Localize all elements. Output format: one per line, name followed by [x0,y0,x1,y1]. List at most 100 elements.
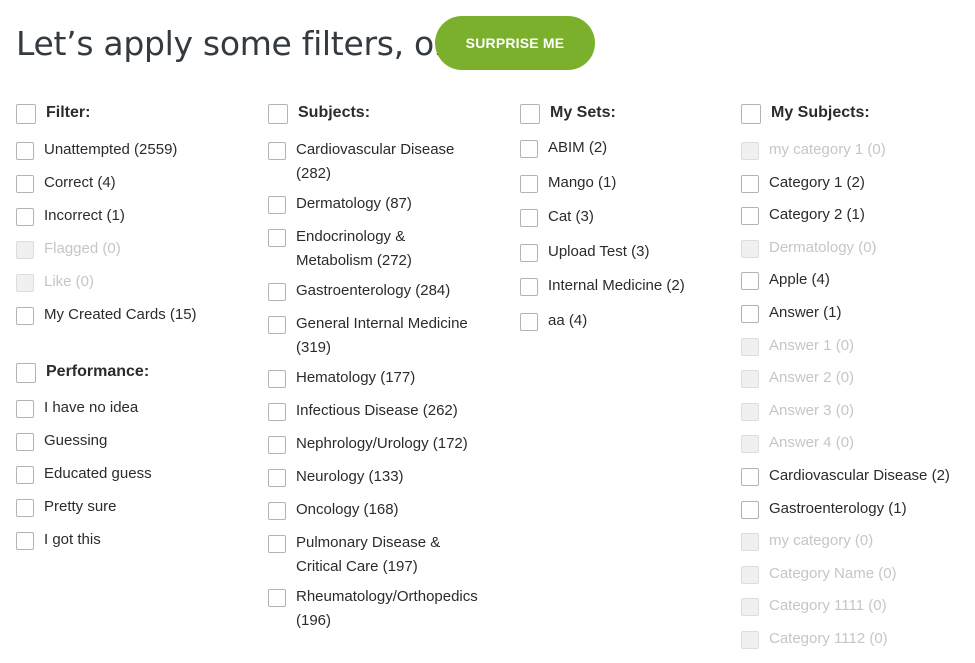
checkbox[interactable] [16,532,34,550]
filter-option-my-created-cards[interactable]: My Created Cards (15) [16,306,246,339]
checkbox[interactable] [16,499,34,517]
checkbox[interactable] [268,104,288,124]
section-heading-my-subjects[interactable]: My Subjects: [741,104,971,141]
filter-option-label: Rheumatology/Orthopedics (196) [296,588,478,629]
checkbox[interactable] [520,209,538,227]
checkbox[interactable] [268,502,286,520]
filter-option-label: Correct (4) [44,174,116,191]
section-heading-my-sets[interactable]: My Sets: [520,104,720,139]
checkbox[interactable] [268,589,286,607]
filter-option-i-have-no-idea[interactable]: I have no idea [16,399,246,432]
checkbox [741,435,759,454]
filter-option-my-category: my category (0) [741,532,971,565]
filter-option-abim[interactable]: ABIM (2) [520,139,720,174]
filter-option-guessing[interactable]: Guessing [16,432,246,465]
checkbox[interactable] [16,142,34,160]
section-heading-performance[interactable]: Performance: [16,363,246,399]
filter-option-dermatology[interactable]: Dermatology (87) [268,195,498,228]
checkbox[interactable] [741,467,759,486]
checkbox[interactable] [741,304,759,323]
filter-option-label: Guessing [44,432,108,449]
my-sets-column: My Sets: ABIM (2) Mango (1) Cat (3) Upload T… [520,104,720,346]
filter-option-hematology[interactable]: Hematology (177) [268,369,498,402]
filter-option-general-internal-medicine[interactable]: General Internal Medicine (319) [268,315,498,369]
filter-option-educated-guess[interactable]: Educated guess [16,465,246,498]
checkbox[interactable] [520,140,538,158]
checkbox [741,598,759,617]
checkbox[interactable] [16,466,34,484]
filter-option-aa[interactable]: aa (4) [520,312,720,347]
filter-option-cat[interactable]: Cat (3) [520,208,720,243]
checkbox[interactable] [268,535,286,553]
checkbox[interactable] [520,312,538,331]
filter-option-neurology[interactable]: Neurology (133) [268,468,498,501]
checkbox[interactable] [268,469,286,487]
section-heading-subjects[interactable]: Subjects: [268,104,498,141]
filter-option-correct[interactable]: Correct (4) [16,174,246,207]
filter-option-i-got-this[interactable]: I got this [16,531,246,564]
checkbox[interactable] [741,272,759,291]
filter-option-incorrect[interactable]: Incorrect (1) [16,207,246,240]
checkbox[interactable] [520,174,538,193]
checkbox[interactable] [16,175,34,193]
filter-option-answer[interactable]: Answer (1) [741,304,971,337]
filter-option-category-2[interactable]: Category 2 (1) [741,206,971,239]
filter-option-pulmonary-disease-critical-care[interactable]: Pulmonary Disease & Critical Care (197) [268,534,498,588]
checkbox[interactable] [741,207,759,226]
checkbox[interactable] [16,400,34,418]
filter-option-mango[interactable]: Mango (1) [520,174,720,209]
filter-option-gastroenterology[interactable]: Gastroenterology (1) [741,500,971,533]
checkbox[interactable] [268,316,286,334]
checkbox[interactable] [16,208,34,226]
checkbox[interactable] [268,436,286,454]
filter-option-pretty-sure[interactable]: Pretty sure [16,498,246,531]
surprise-me-button[interactable]: SURPRISE ME [435,16,595,70]
checkbox[interactable] [741,500,759,519]
my-subjects-column: My Subjects: my category 1 (0) Category 1 … [741,104,971,663]
checkbox[interactable] [268,403,286,421]
checkbox[interactable] [741,174,759,193]
checkbox[interactable] [16,307,34,325]
filter-option-apple[interactable]: Apple (4) [741,271,971,304]
checkbox[interactable] [520,243,538,262]
filter-option-label: Pretty sure [44,498,117,515]
checkbox[interactable] [268,229,286,247]
checkbox[interactable] [520,104,540,124]
filter-option-category-1112: Category 1112 (0) [741,630,971,663]
filter-option-internal-medicine[interactable]: Internal Medicine (2) [520,277,720,312]
filter-option-category-1111: Category 1111 (0) [741,597,971,630]
filter-option-label: aa (4) [548,311,588,329]
checkbox[interactable] [268,283,286,301]
checkbox[interactable] [268,196,286,214]
filter-option-upload-test[interactable]: Upload Test (3) [520,243,720,278]
filter-option-label: Upload Test (3) [548,242,650,260]
filter-option-label: Cardiovascular Disease (282) [296,141,455,182]
filter-option-label: Endocrinology & Metabolism (272) [296,228,412,269]
filter-option-oncology[interactable]: Oncology (168) [268,501,498,534]
checkbox[interactable] [16,104,36,124]
filter-option-cardiovascular-disease[interactable]: Cardiovascular Disease (282) [268,141,498,195]
filter-option-label: Answer 1 (0) [769,336,855,354]
filter-option-gastroenterology[interactable]: Gastroenterology (284) [268,282,498,315]
section-heading-filter[interactable]: Filter: [16,104,246,141]
filter-option-label: Category 2 (1) [769,206,865,224]
filter-option-category-1[interactable]: Category 1 (2) [741,174,971,207]
filter-option-endocrinology-metabolism[interactable]: Endocrinology & Metabolism (272) [268,228,498,282]
checkbox [16,274,34,292]
filter-option-nephrology-urology[interactable]: Nephrology/Urology (172) [268,435,498,468]
checkbox[interactable] [268,142,286,160]
filter-option-category-name: Category Name (0) [741,565,971,598]
checkbox[interactable] [268,370,286,388]
checkbox[interactable] [520,278,538,296]
filter-option-label: Answer (1) [769,303,842,321]
filter-option-cardiovascular-disease[interactable]: Cardiovascular Disease (2) [741,467,971,500]
checkbox[interactable] [16,433,34,451]
checkbox [741,565,759,584]
checkbox[interactable] [741,104,761,124]
filter-option-infectious-disease[interactable]: Infectious Disease (262) [268,402,498,435]
filter-option-answer-3: Answer 3 (0) [741,402,971,435]
filter-option-label: my category (0) [769,532,874,550]
filter-option-rheumatology-orthopedics[interactable]: Rheumatology/Orthopedics (196) [268,588,498,642]
checkbox[interactable] [16,363,36,383]
filter-option-unattempted[interactable]: Unattempted (2559) [16,141,246,174]
